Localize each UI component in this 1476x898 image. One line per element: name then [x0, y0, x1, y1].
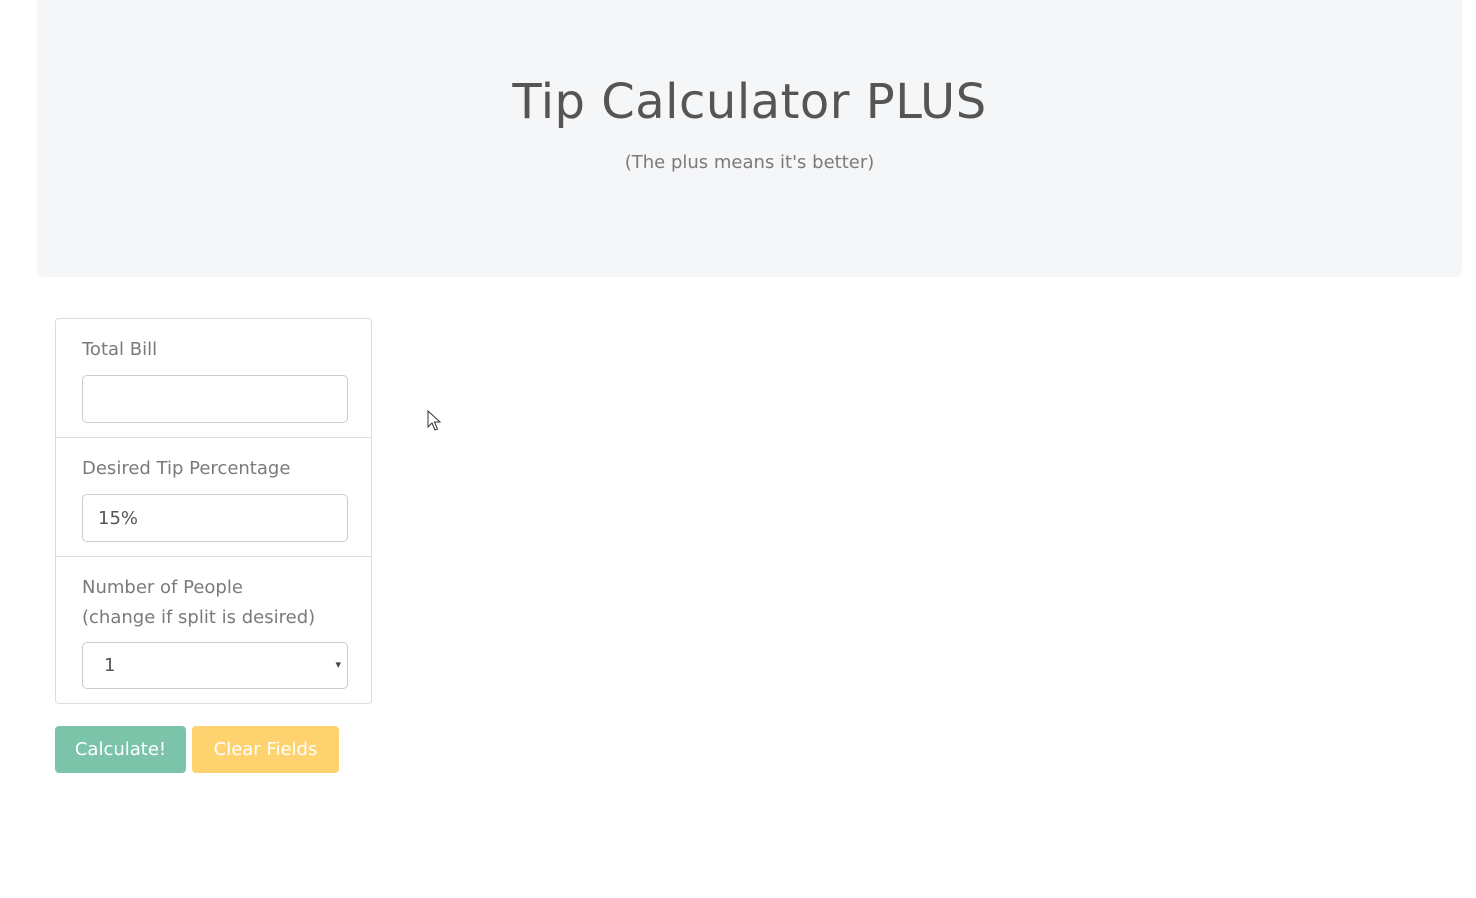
tip-form-card: Total Bill Desired Tip Percentage Number…	[55, 318, 372, 704]
total-bill-input[interactable]	[82, 375, 348, 423]
tip-percentage-section: Desired Tip Percentage	[56, 438, 371, 557]
calculate-button[interactable]: Calculate!	[55, 726, 186, 773]
mouse-cursor-icon	[427, 410, 441, 431]
people-select-value: 1	[104, 655, 116, 676]
page-subtitle: (The plus means it's better)	[624, 152, 875, 173]
clear-fields-button[interactable]: Clear Fields	[192, 726, 339, 773]
people-select[interactable]: 1 ▾	[82, 642, 348, 689]
chevron-down-icon: ▾	[335, 658, 341, 671]
people-label: Number of People	[82, 577, 243, 598]
header-banner: Tip Calculator PLUS (The plus means it's…	[37, 0, 1462, 277]
total-bill-section: Total Bill	[56, 319, 371, 438]
total-bill-label: Total Bill	[82, 339, 158, 360]
tip-percentage-input[interactable]	[82, 494, 348, 542]
people-section: Number of People (change if split is des…	[56, 557, 371, 703]
tip-percentage-label: Desired Tip Percentage	[82, 458, 291, 479]
page-title: Tip Calculator PLUS	[512, 74, 987, 130]
people-sublabel: (change if split is desired)	[82, 607, 316, 628]
